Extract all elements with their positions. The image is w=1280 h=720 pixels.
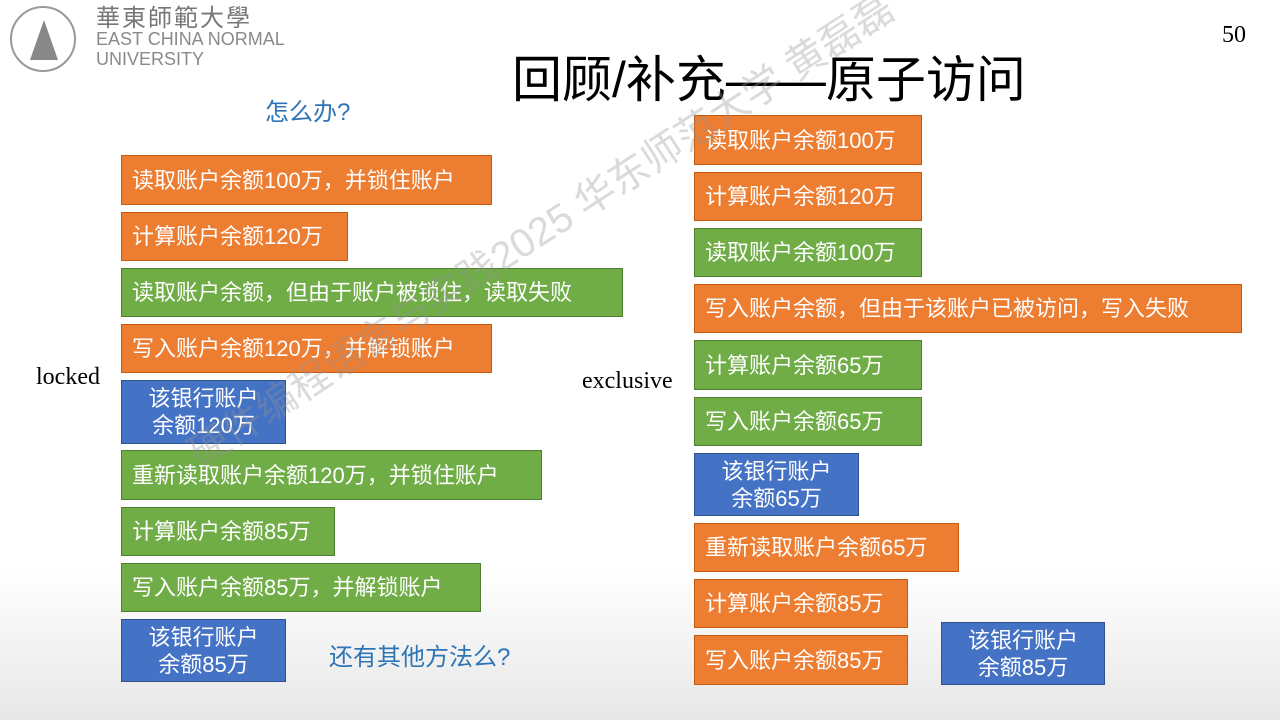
step-box: 写入账户余额85万，并解锁账户	[121, 563, 481, 612]
step-box: 计算账户余额65万	[694, 340, 922, 390]
balance-text-line1: 该银行账户	[148, 386, 259, 411]
label-exclusive: exclusive	[582, 368, 673, 394]
balance-text-line2: 余额85万	[977, 654, 1069, 680]
step-box: 计算账户余额120万	[121, 212, 348, 261]
account-balance-box: 该银行账户 余额65万	[694, 453, 859, 516]
balance-text-line2: 余额65万	[731, 485, 822, 511]
balance-text-line2: 余额85万	[158, 651, 249, 677]
page-number: 50	[1222, 22, 1246, 48]
step-box: 写入账户余额120万，并解锁账户	[121, 324, 492, 373]
balance-text-line1: 该银行账户	[148, 624, 259, 650]
logo-en-2: UNIVERSITY	[96, 49, 205, 69]
university-logo: 華東師範大學 EAST CHINA NORMAL UNIVERSITY	[10, 6, 285, 72]
step-box: 写入账户余额85万	[694, 635, 908, 685]
balance-text-line2: 余额120万	[152, 413, 255, 438]
step-box: 读取账户余额100万，并锁住账户	[121, 155, 492, 205]
step-box: 重新读取账户余额120万，并锁住账户	[121, 450, 542, 500]
logo-cn: 華東師範大學	[96, 5, 252, 32]
account-balance-box: 该银行账户 余额120万	[121, 380, 286, 444]
step-box: 读取账户余额，但由于账户被锁住，读取失败	[121, 268, 623, 317]
step-box: 计算账户余额85万	[121, 507, 335, 556]
account-balance-box: 该银行账户 余额85万	[121, 619, 286, 682]
step-box: 重新读取账户余额65万	[694, 523, 959, 572]
logo-en-1: EAST CHINA NORMAL	[96, 29, 285, 49]
step-box: 写入账户余额，但由于该账户已被访问，写入失败	[694, 284, 1242, 333]
label-locked: locked	[36, 364, 100, 390]
slide-title: 回顾/补充——原子访问	[512, 52, 1026, 108]
step-box: 读取账户余额100万	[694, 115, 922, 165]
question-what-to-do: 怎么办?	[265, 99, 351, 126]
account-balance-box: 该银行账户 余额85万	[941, 622, 1105, 685]
balance-text-line1: 该银行账户	[967, 627, 1078, 653]
question-other-methods: 还有其他方法么?	[329, 644, 511, 671]
step-box: 读取账户余额100万	[694, 228, 922, 277]
university-seal-icon	[10, 6, 76, 72]
step-box: 计算账户余额85万	[694, 579, 908, 628]
balance-text-line1: 该银行账户	[721, 458, 832, 484]
step-box: 计算账户余额120万	[694, 172, 922, 221]
step-box: 写入账户余额65万	[694, 397, 922, 446]
